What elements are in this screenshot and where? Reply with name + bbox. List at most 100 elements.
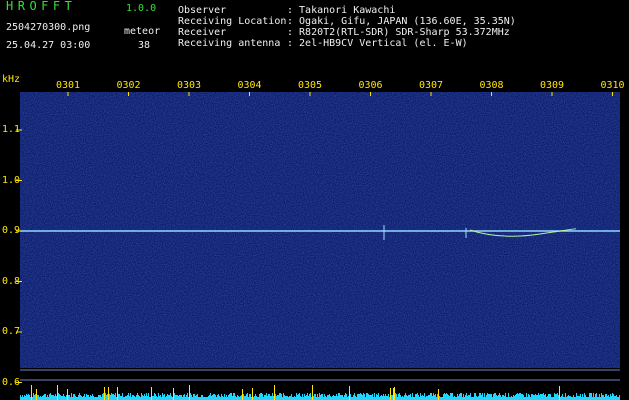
- signal-bar: [254, 396, 255, 400]
- signal-bar: [578, 396, 579, 400]
- signal-bar: [281, 394, 282, 400]
- signal-bar: [184, 394, 185, 400]
- signal-bar: [62, 396, 63, 400]
- signal-bar: [174, 393, 175, 400]
- signal-bar: [585, 395, 586, 400]
- signal-bar: [290, 396, 291, 400]
- signal-bar: [582, 394, 583, 400]
- signal-bar: [494, 393, 495, 400]
- signal-bar: [431, 393, 432, 400]
- signal-bar: [554, 393, 555, 400]
- signal-bar: [43, 395, 44, 400]
- signal-bar: [610, 394, 611, 400]
- signal-bar: [542, 394, 543, 400]
- signal-bar: [557, 393, 558, 400]
- signal-bar: [125, 396, 126, 400]
- signal-bar: [103, 393, 104, 400]
- signal-bar: [599, 394, 600, 400]
- signal-bar: [354, 393, 355, 400]
- signal-bar: [266, 393, 267, 400]
- signal-bar: [108, 387, 109, 400]
- y-axis-unit: kHz: [2, 74, 21, 85]
- signal-bar: [438, 389, 439, 400]
- signal-bar: [211, 396, 212, 400]
- signal-bar: [194, 394, 195, 400]
- signal-bar: [309, 394, 310, 400]
- signal-bar: [443, 394, 444, 400]
- signal-bar: [277, 395, 278, 400]
- signal-bar: [540, 394, 541, 400]
- signal-bar: [159, 396, 160, 400]
- signal-bar: [518, 394, 519, 400]
- signal-bar: [276, 396, 277, 400]
- signal-bar: [406, 395, 407, 400]
- signal-bar: [391, 395, 392, 400]
- signal-bar: [231, 393, 232, 400]
- signal-bar: [607, 396, 608, 400]
- y-tick-label: 0.8: [2, 275, 21, 287]
- signal-bar: [54, 396, 55, 400]
- signal-bar: [340, 395, 341, 400]
- signal-bar: [306, 395, 307, 400]
- signal-bar: [559, 386, 560, 400]
- signal-bar: [467, 396, 468, 400]
- signal-bar: [186, 395, 187, 400]
- signal-bar: [488, 394, 489, 400]
- signal-bar: [141, 393, 142, 400]
- signal-bar: [327, 395, 328, 400]
- signal-bar: [345, 393, 346, 400]
- signal-bar: [180, 395, 181, 400]
- signal-bar: [361, 394, 362, 400]
- signal-bar: [493, 394, 494, 400]
- signal-bar: [156, 396, 157, 400]
- signal-bar: [134, 396, 135, 400]
- signal-bar: [427, 396, 428, 400]
- signal-bar: [58, 393, 59, 400]
- signal-bar: [482, 393, 483, 400]
- signal-bar: [49, 394, 50, 400]
- signal-bar: [117, 387, 118, 400]
- signal-bar: [105, 393, 106, 400]
- signal-bar: [460, 393, 461, 400]
- signal-bar: [329, 394, 330, 400]
- signal-bar: [297, 395, 298, 400]
- signal-bar: [181, 395, 182, 400]
- signal-bar: [457, 394, 458, 400]
- signal-bar: [151, 387, 152, 400]
- signal-bar: [495, 393, 496, 400]
- signal-bar: [71, 393, 72, 400]
- signal-bar: [496, 395, 497, 400]
- signal-bar: [42, 396, 43, 400]
- signal-bar: [179, 395, 180, 400]
- signal-bar: [244, 396, 245, 400]
- signal-bar: [132, 395, 133, 400]
- signal-bar: [516, 394, 517, 400]
- signal-bar: [400, 395, 401, 400]
- signal-bar: [517, 393, 518, 400]
- signal-bar: [422, 395, 423, 400]
- signal-strength-bars: [20, 385, 620, 400]
- signal-bar: [275, 394, 276, 400]
- signal-bar: [428, 395, 429, 400]
- signal-bar: [366, 393, 367, 400]
- signal-bar: [337, 396, 338, 400]
- signal-bar: [615, 396, 616, 400]
- signal-bar: [51, 395, 52, 400]
- signal-bar: [142, 395, 143, 400]
- x-tick-label: 0305: [298, 80, 323, 91]
- signal-bar: [59, 394, 60, 400]
- signal-bar: [245, 396, 246, 400]
- signal-bar: [167, 394, 168, 400]
- signal-bar: [285, 396, 286, 400]
- signal-bar: [73, 394, 74, 400]
- signal-bar: [69, 395, 70, 400]
- signal-bar: [177, 395, 178, 400]
- signal-bar: [392, 395, 393, 400]
- signal-bar: [470, 393, 471, 400]
- signal-bar: [60, 395, 61, 400]
- signal-bar: [332, 396, 333, 400]
- signal-bar: [445, 394, 446, 400]
- signal-bar: [325, 396, 326, 400]
- signal-bar: [246, 394, 247, 400]
- signal-bar: [178, 396, 179, 400]
